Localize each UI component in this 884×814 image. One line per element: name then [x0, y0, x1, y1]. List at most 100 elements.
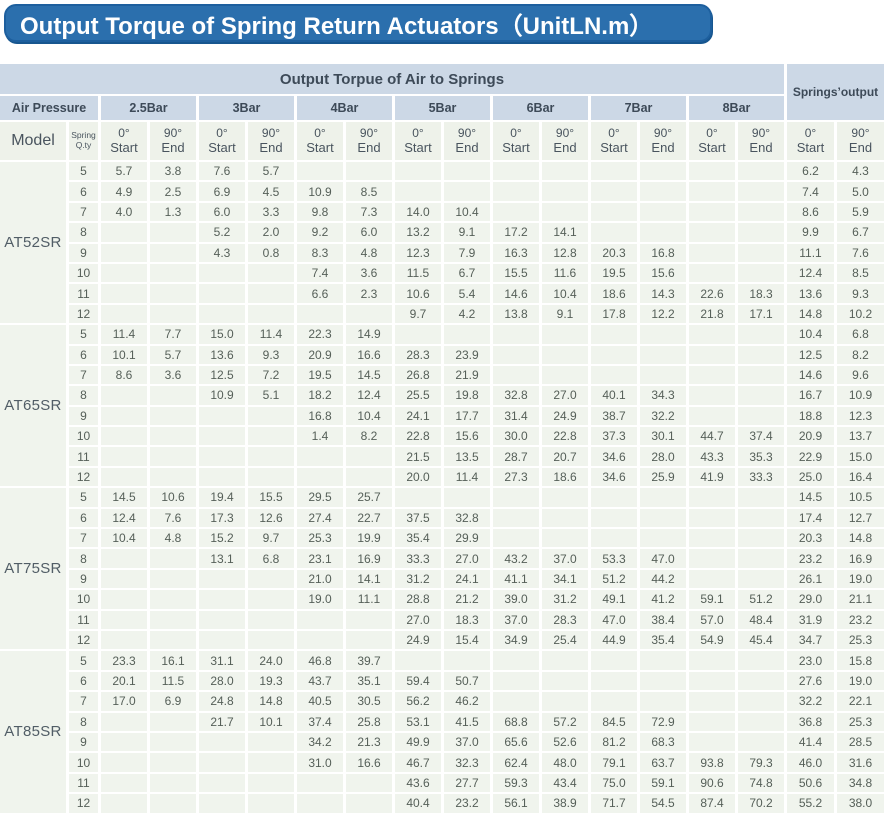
torque-cell: 56.1 [493, 794, 539, 813]
torque-cell: 34.2 [297, 732, 343, 752]
torque-cell [150, 406, 196, 426]
torque-cell: 5.2 [199, 223, 245, 242]
torque-cell: 2.5 [150, 182, 196, 201]
model-name: AT52SR [0, 162, 66, 324]
torque-cell [150, 263, 196, 283]
torque-cell [297, 162, 343, 181]
torque-cell: 44.9 [591, 630, 637, 650]
spring-qty-cell: 9 [69, 406, 98, 426]
torque-cell [738, 488, 784, 507]
torque-cell: 9.8 [297, 202, 343, 222]
torque-cell [493, 529, 539, 548]
torque-cell [248, 467, 294, 487]
torque-cell [738, 365, 784, 385]
torque-cell: 6.8 [837, 325, 884, 344]
torque-cell: 56.2 [395, 692, 441, 711]
torque-cell: 10.4 [444, 202, 490, 222]
torque-cell [101, 610, 147, 629]
spring-qty-cell: 8 [69, 223, 98, 242]
torque-cell [346, 447, 392, 466]
torque-cell: 41.2 [640, 590, 686, 609]
torque-cell: 8.5 [346, 182, 392, 201]
torque-cell: 19.0 [297, 590, 343, 609]
torque-cell: 20.7 [542, 447, 588, 466]
torque-cell: 39.7 [346, 651, 392, 670]
torque-cell [150, 569, 196, 589]
torque-cell: 8.3 [297, 243, 343, 262]
spring-qty-cell: 12 [69, 630, 98, 650]
torque-cell: 37.0 [444, 732, 490, 752]
spring-qty-cell: 8 [69, 712, 98, 731]
torque-cell: 54.5 [640, 794, 686, 813]
torque-cell [542, 162, 588, 181]
torque-cell: 15.0 [199, 325, 245, 344]
torque-cell [640, 692, 686, 711]
torque-cell: 31.2 [542, 590, 588, 609]
torque-cell: 14.1 [346, 569, 392, 589]
angle-end-header: 90° End [444, 122, 490, 160]
torque-cell [493, 182, 539, 201]
torque-cell: 10.4 [787, 325, 834, 344]
torque-cell [297, 467, 343, 487]
torque-cell [738, 712, 784, 731]
spring-qty-cell: 10 [69, 263, 98, 283]
pressure-header: 3Bar [199, 96, 294, 120]
torque-cell [591, 325, 637, 344]
spring-qty-cell: 7 [69, 529, 98, 548]
torque-cell [101, 284, 147, 303]
spring-qty-cell: 5 [69, 651, 98, 670]
torque-cell [542, 365, 588, 385]
torque-cell: 12.7 [837, 508, 884, 528]
page: { "title": "Output Torque of Spring Retu… [0, 0, 884, 814]
torque-cell [493, 671, 539, 691]
torque-cell: 11.1 [787, 243, 834, 262]
torque-cell: 47.0 [640, 549, 686, 568]
torque-cell: 20.9 [787, 427, 834, 446]
torque-cell: 10.9 [297, 182, 343, 201]
torque-cell [248, 773, 294, 793]
torque-cell [101, 794, 147, 813]
pressure-header: 7Bar [591, 96, 686, 120]
torque-cell: 25.3 [297, 529, 343, 548]
torque-cell [591, 162, 637, 181]
torque-cell [101, 630, 147, 650]
torque-cell: 55.2 [787, 794, 834, 813]
torque-cell: 79.3 [738, 753, 784, 772]
torque-cell: 17.1 [738, 304, 784, 324]
springs-output-header: Springs’output [787, 64, 884, 120]
torque-cell [542, 651, 588, 670]
torque-cell [150, 630, 196, 650]
torque-cell [591, 651, 637, 670]
spring-qty-cell: 6 [69, 345, 98, 364]
torque-cell: 15.0 [837, 447, 884, 466]
torque-cell: 15.2 [199, 529, 245, 548]
torque-cell: 1.4 [297, 427, 343, 446]
torque-cell: 15.5 [493, 263, 539, 283]
torque-cell [738, 692, 784, 711]
torque-cell [738, 263, 784, 283]
torque-cell [542, 529, 588, 548]
torque-cell: 29.0 [787, 590, 834, 609]
torque-cell: 25.3 [837, 712, 884, 731]
torque-cell: 26.8 [395, 365, 441, 385]
torque-cell: 17.2 [493, 223, 539, 242]
torque-cell: 16.7 [787, 386, 834, 405]
torque-cell: 23.0 [787, 651, 834, 670]
angle-start-header: 0° Start [101, 122, 147, 160]
torque-cell: 36.8 [787, 712, 834, 731]
torque-cell: 12.6 [248, 508, 294, 528]
torque-cell: 45.4 [738, 630, 784, 650]
torque-cell: 68.3 [640, 732, 686, 752]
torque-cell: 9.1 [444, 223, 490, 242]
torque-cell [591, 529, 637, 548]
torque-cell [591, 365, 637, 385]
torque-cell: 29.5 [297, 488, 343, 507]
torque-cell: 16.8 [297, 406, 343, 426]
torque-cell [738, 345, 784, 364]
angle-start-header: 0° Start [591, 122, 637, 160]
torque-cell [493, 162, 539, 181]
torque-cell [297, 773, 343, 793]
torque-cell [297, 794, 343, 813]
torque-cell: 41.5 [444, 712, 490, 731]
torque-cell: 10.1 [101, 345, 147, 364]
